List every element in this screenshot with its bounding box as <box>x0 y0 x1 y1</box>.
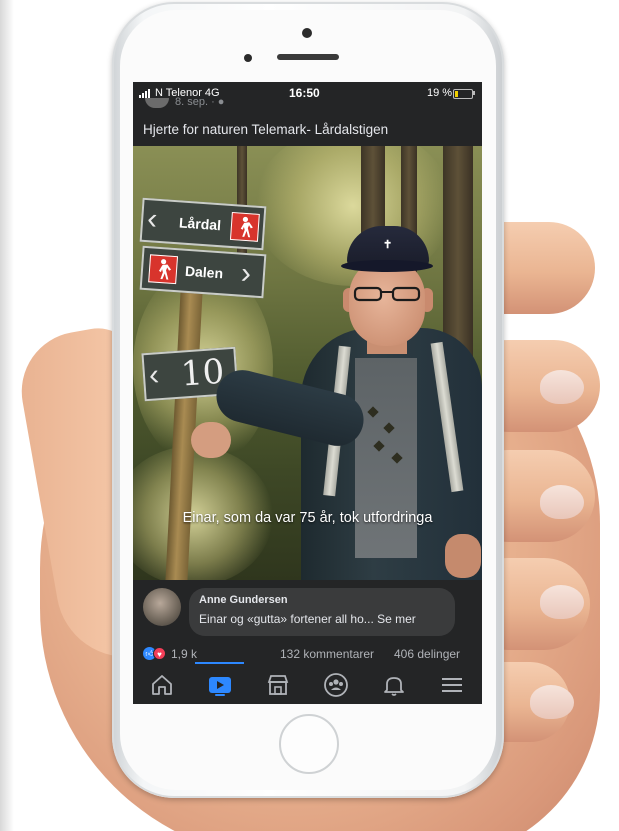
post-date[interactable]: 8. sep. · ● <box>175 96 224 108</box>
cap-logo-icon: ✝ <box>383 238 393 251</box>
marketplace-icon[interactable] <box>265 672 291 698</box>
trail-sign-dalen: Dalen › <box>139 245 267 299</box>
chevron-left-icon: ‹ <box>147 358 161 392</box>
avatar[interactable] <box>143 588 181 626</box>
home-button[interactable] <box>279 714 339 774</box>
top-comment[interactable]: Anne Gundersen Einar og «gutta» fortener… <box>133 580 482 644</box>
front-sensor <box>244 54 252 62</box>
comments-count[interactable]: 132 kommentarer <box>280 647 374 661</box>
groups-icon[interactable] <box>323 672 349 698</box>
background-paper <box>0 0 14 831</box>
love-reaction-icon[interactable]: ♥ <box>153 647 166 660</box>
watch-icon[interactable] <box>207 672 233 698</box>
phone-device: N Telenor 4G 16:50 19 % 8. sep. · ● Hjer… <box>112 2 504 798</box>
reaction-count[interactable]: 1,9 k <box>171 647 197 661</box>
fingernail <box>530 685 574 719</box>
hiker-icon <box>148 254 179 285</box>
sign-label: Dalen <box>184 262 224 282</box>
page-avatar[interactable] <box>145 98 169 108</box>
fingernail <box>540 585 584 619</box>
comment-author[interactable]: Anne Gundersen <box>199 594 288 606</box>
sign-label: Lårdal <box>178 214 222 234</box>
battery-cap <box>473 91 475 95</box>
fingernail <box>540 485 584 519</box>
phone-screen: N Telenor 4G 16:50 19 % 8. sep. · ● Hjer… <box>133 82 482 704</box>
video-player[interactable]: ‹ Lårdal Dalen › ‹ 10 ✝ Einar, som da va… <box>133 146 482 580</box>
video-caption: Einar, som da var 75 år, tok utfordringa <box>182 510 433 526</box>
comment-bubble[interactable]: Anne Gundersen Einar og «gutta» fortener… <box>189 588 455 636</box>
chevron-left-icon: ‹ <box>146 202 159 236</box>
man-glasses <box>353 286 421 302</box>
hiker-icon <box>229 211 260 242</box>
earpiece-speaker <box>277 54 339 60</box>
man-shirt <box>355 358 417 558</box>
man-hand <box>191 422 231 458</box>
fingernail <box>540 370 584 404</box>
trail-sign-lardal: ‹ Lårdal <box>139 197 267 251</box>
shares-count[interactable]: 406 delinger <box>394 647 460 661</box>
man-hand <box>445 534 481 578</box>
man-cap-brim <box>341 260 433 272</box>
chevron-right-icon: › <box>239 256 253 291</box>
photo-stage: N Telenor 4G 16:50 19 % 8. sep. · ● Hjer… <box>0 0 619 831</box>
home-icon[interactable] <box>149 672 175 698</box>
front-camera <box>302 28 312 38</box>
video-progress-bar[interactable] <box>195 662 244 664</box>
menu-icon[interactable] <box>439 672 465 698</box>
comment-text[interactable]: Einar og «gutta» fortener all ho... Se m… <box>199 612 416 626</box>
reactions-bar: 👍︎ ♥ 1,9 k 132 kommentarer 406 delinger <box>133 644 482 664</box>
bottom-nav <box>133 666 482 704</box>
notifications-icon[interactable] <box>381 672 407 698</box>
post-title: Hjerte for naturen Telemark- Lårdalstige… <box>143 122 389 137</box>
